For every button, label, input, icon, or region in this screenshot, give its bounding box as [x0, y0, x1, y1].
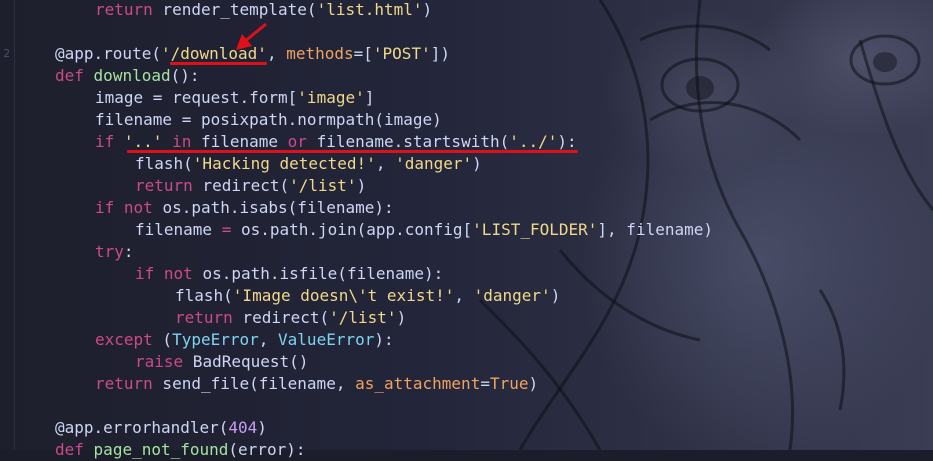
- code-token: '/list': [289, 176, 357, 195]
- code-token: =[: [353, 44, 373, 63]
- code-token: TypeError: [172, 330, 259, 349]
- code-token: return: [135, 176, 193, 195]
- code-token: ): [472, 154, 482, 173]
- code-line[interactable]: if not os.path.isabs(filename):: [95, 197, 394, 219]
- code-token: BadRequest(): [183, 352, 309, 371]
- code-line[interactable]: filename = posixpath.normpath(image): [95, 109, 442, 131]
- code-token: 'Hacking detected!': [192, 154, 376, 173]
- code-token: '/list': [329, 308, 397, 327]
- code-line[interactable]: except (TypeError, ValueError):: [95, 329, 394, 351]
- code-token: 'POST': [372, 44, 431, 63]
- code-token: ]: [364, 88, 375, 107]
- code-token: 'Image doesn\'t exist!': [232, 286, 455, 305]
- code-token: ():: [170, 66, 200, 85]
- code-token: not: [123, 198, 153, 217]
- code-line[interactable]: flash('Hacking detected!', 'danger'): [135, 153, 482, 175]
- code-line[interactable]: filename = os.path.join(app.config['LIST…: [135, 219, 713, 241]
- code-token: ): [356, 176, 367, 195]
- code-token: '..': [123, 132, 163, 151]
- code-token: filename.startswith(: [306, 132, 510, 151]
- code-token: 'image': [297, 88, 365, 107]
- code-token: methods: [286, 44, 354, 63]
- underline-download-route: [170, 62, 267, 65]
- code-line[interactable]: @app.errorhandler(404): [55, 417, 267, 439]
- code-token: 'danger': [473, 286, 551, 305]
- code-token: os.path.isabs(filename):: [152, 198, 394, 217]
- code-token: 'LIST_FOLDER': [472, 220, 598, 239]
- code-token: ,: [258, 330, 279, 349]
- code-token: True: [489, 374, 529, 393]
- code-token: except: [95, 330, 153, 349]
- code-line[interactable]: flash('Image doesn\'t exist!', 'danger'): [175, 285, 560, 307]
- code-token: 404: [228, 418, 258, 437]
- code-token: ValueError: [278, 330, 375, 349]
- code-token: try: [95, 242, 124, 261]
- code-token: ], filename): [597, 220, 713, 239]
- code-token: download: [93, 66, 171, 85]
- code-line[interactable]: return send_file(filename, as_attachment…: [95, 373, 538, 395]
- code-token: if: [95, 132, 115, 151]
- code-token: =: [480, 374, 490, 393]
- code-token: if: [135, 264, 155, 283]
- code-token: flash(: [135, 154, 193, 173]
- code-token: not: [163, 264, 193, 283]
- code-token: ):: [557, 132, 577, 151]
- code-token: 'list.html': [316, 0, 423, 19]
- code-token: raise: [135, 352, 184, 371]
- code-token: redirect(: [232, 308, 330, 327]
- underline-filename-check: [127, 150, 578, 153]
- code-token: render_template(: [152, 0, 317, 19]
- code-token: ):: [374, 330, 394, 349]
- code-token: redirect(: [192, 176, 290, 195]
- code-token: (: [152, 330, 173, 349]
- code-line[interactable]: return redirect('/list'): [135, 175, 366, 197]
- code-line[interactable]: if not os.path.isfile(filename):: [135, 263, 443, 285]
- code-line[interactable]: raise BadRequest(): [135, 351, 308, 373]
- code-token: ): [422, 0, 433, 19]
- code-token: '../': [509, 132, 558, 151]
- code-token: or: [287, 132, 307, 151]
- code-line[interactable]: return render_template('list.html'): [95, 0, 432, 21]
- code-token: ): [550, 286, 561, 305]
- code-token: =: [221, 220, 232, 239]
- code-token: ]): [430, 44, 450, 63]
- code-token: in: [172, 132, 192, 151]
- code-line[interactable]: try:: [95, 241, 134, 263]
- red-arrow-icon: [236, 22, 267, 50]
- code-token: ): [528, 374, 539, 393]
- code-token: filename = posixpath.normpath(image): [95, 110, 442, 129]
- code-token: return: [175, 308, 233, 327]
- code-token: send_file(filename,: [152, 374, 356, 393]
- code-line[interactable]: def download():: [55, 65, 200, 87]
- code-token: return: [95, 374, 153, 393]
- code-token: @app.errorhandler(: [55, 418, 229, 437]
- code-token: flash(: [175, 286, 233, 305]
- code-token: as_attachment: [355, 374, 481, 393]
- code-token: :: [123, 242, 134, 261]
- code-token: def: [55, 66, 84, 85]
- code-token: filename: [191, 132, 288, 151]
- code-token: ,: [454, 286, 474, 305]
- code-token: os.path.isfile(filename):: [192, 264, 444, 283]
- code-token: @app.route(: [55, 44, 161, 63]
- code-line[interactable]: def page_not_found(error):: [55, 439, 305, 461]
- code-token: ,: [375, 154, 396, 173]
- code-token: return: [95, 0, 153, 19]
- code-editor[interactable]: return render_template('list.html') @app.…: [0, 0, 933, 459]
- code-token: ): [257, 418, 267, 437]
- code-token: os.path.join(app.config[: [231, 220, 473, 239]
- code-line[interactable]: image = request.form['image']: [95, 87, 374, 109]
- code-token: image = request.form[: [95, 88, 298, 107]
- code-line[interactable]: return redirect('/list'): [175, 307, 406, 329]
- code-token: 'danger': [395, 154, 473, 173]
- code-token: if: [95, 198, 115, 217]
- code-token: filename: [135, 220, 222, 239]
- code-token: ): [396, 308, 407, 327]
